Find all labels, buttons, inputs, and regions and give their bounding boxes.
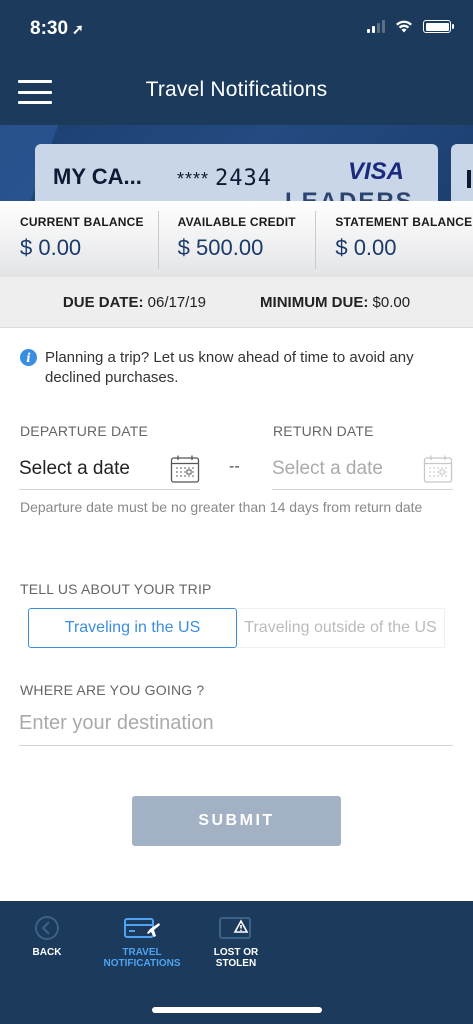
statement-balance: STATEMENT BALANCE $ 0.00 [315,201,473,277]
trip-type-label: TELL US ABOUT YOUR TRIP [20,581,212,597]
home-indicator[interactable] [152,1007,322,1013]
next-card-peek[interactable] [451,144,473,201]
nav-back-label: BACK [32,947,62,958]
bottom-navigation: BACK TRAVEL NOTIFICATIONS LOST OR STOLEN [0,901,473,1024]
departure-date-field[interactable]: Select a date [19,448,200,490]
location-arrow-icon: ➚ [72,20,84,37]
submit-button[interactable]: SUBMIT [132,796,341,846]
nav-travel-notifications-label: TRAVEL NOTIFICATIONS [103,947,181,969]
available-credit-value: $ 500.00 [177,235,264,260]
destination-input[interactable] [19,712,453,735]
departure-date-label: DEPARTURE DATE [20,423,149,439]
balance-summary: CURRENT BALANCE $ 0.00 AVAILABLE CREDIT … [0,201,473,277]
nav-back[interactable]: BACK [28,915,66,958]
traveling-outside-us-option[interactable]: Traveling outside of the US [237,608,445,648]
return-date-field[interactable]: Select a date [272,448,453,490]
status-time-text: 8:30 [30,18,69,39]
due-row: DUE DATE: 06/17/19 MINIMUM DUE: $0.00 [0,277,473,328]
nav-travel-notifications[interactable]: TRAVEL NOTIFICATIONS [102,915,182,969]
available-credit-label: AVAILABLE CREDIT [177,215,296,229]
available-credit: AVAILABLE CREDIT $ 500.00 [157,201,316,277]
trip-type-toggle: Traveling in the US Traveling outside of… [28,608,445,648]
info-icon: i [20,349,37,366]
page-title: Travel Notifications [145,78,328,101]
calendar-icon [423,455,453,483]
current-balance: CURRENT BALANCE $ 0.00 [0,201,158,277]
statement-balance-label: STATEMENT BALANCE [335,215,473,229]
visa-logo: VISA [347,158,404,185]
back-circle-icon [35,916,59,940]
wifi-icon [396,20,412,33]
info-message: i Planning a trip? Let us know ahead of … [20,348,450,388]
status-icons [367,20,454,33]
due-date: DUE DATE: 06/17/19 [62,293,207,311]
status-time: 8:30 ➚ [30,18,84,40]
statement-balance-value: $ 0.00 [335,235,397,260]
battery-icon [423,20,454,33]
credit-card[interactable]: MY CA... **** 2434 LEADERS VISA [35,144,438,201]
card-plane-icon [124,918,160,938]
nav-lost-or-stolen[interactable]: LOST OR STOLEN [208,915,264,969]
current-balance-label: CURRENT BALANCE [20,215,144,229]
return-date-label: RETURN DATE [273,423,374,439]
calendar-icon [170,455,200,483]
card-warning-icon [219,917,251,939]
return-date-value: Select a date [272,457,383,479]
card-last-four: 2434 [215,166,273,191]
date-separator: -- [229,458,240,475]
card-faint-text: LEADERS [285,188,414,201]
nav-lost-or-stolen-label: LOST OR STOLEN [213,947,259,969]
traveling-in-us-option[interactable]: Traveling in the US [28,608,237,648]
card-name: MY CA... [53,164,142,189]
minimum-due: MINIMUM DUE: $0.00 [260,293,411,311]
destination-field[interactable] [19,702,453,746]
info-text: Planning a trip? Let us know ahead of ti… [45,349,414,386]
card-masked-prefix: **** [177,169,210,189]
current-balance-value: $ 0.00 [20,235,82,260]
top-bar: 8:30 ➚ Travel Notifications [0,0,473,125]
cellular-signal-icon [367,20,385,33]
departure-date-value: Select a date [19,457,130,479]
date-help-text: Departure date must be no greater than 1… [20,499,423,515]
destination-label: WHERE ARE YOU GOING ? [20,682,205,698]
card-carousel[interactable]: MY CA... **** 2434 LEADERS VISA [0,125,473,201]
card-number: **** 2434 [177,166,272,191]
